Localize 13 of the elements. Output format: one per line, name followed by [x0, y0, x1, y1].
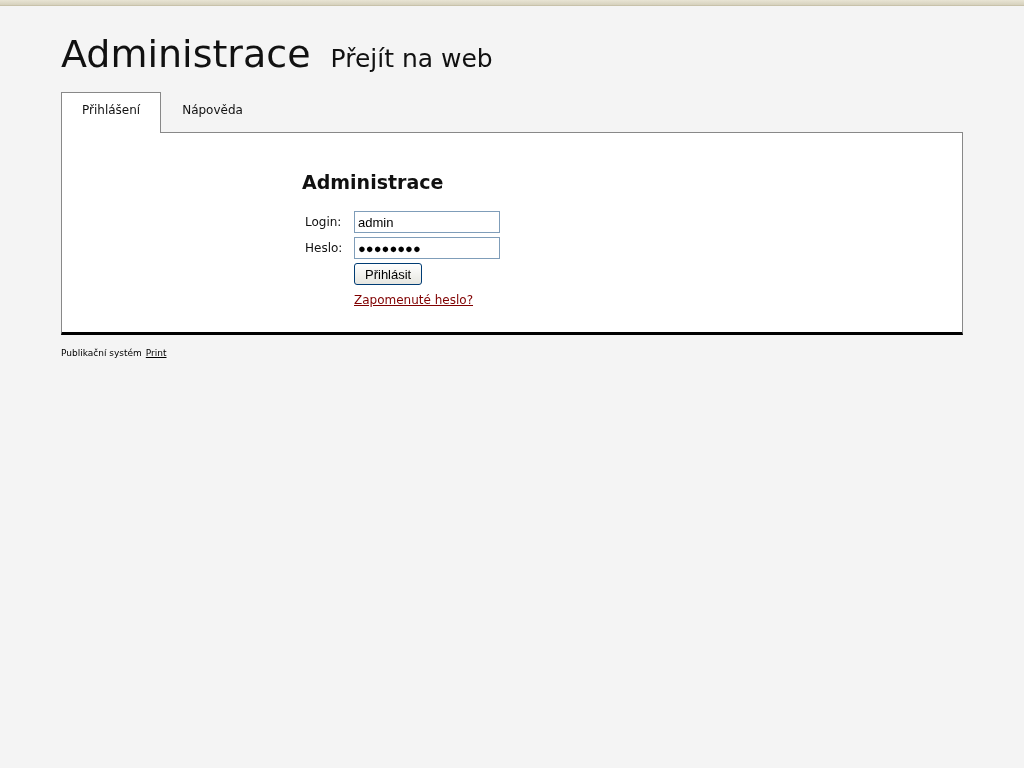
field-label: Login: [304, 215, 343, 229]
input-field[interactable]: admin [354, 211, 500, 233]
tab[interactable]: Přihlášení [61, 92, 162, 133]
web-link[interactable]: Přejít na web [330, 44, 493, 73]
input-field[interactable]: ●●●●●●●● [354, 237, 500, 259]
form-heading: Administrace [302, 171, 445, 193]
footer-link[interactable]: Print [145, 348, 167, 358]
forgot-password-link[interactable]: Zapomenuté heslo? [354, 293, 473, 307]
footer-text: Publikační systém [61, 348, 142, 358]
tab[interactable]: Nápověda [161, 92, 264, 132]
login-button[interactable]: Přihlásit [354, 263, 423, 285]
field-label: Heslo: [304, 241, 344, 255]
page-title: Administrace [61, 32, 311, 76]
